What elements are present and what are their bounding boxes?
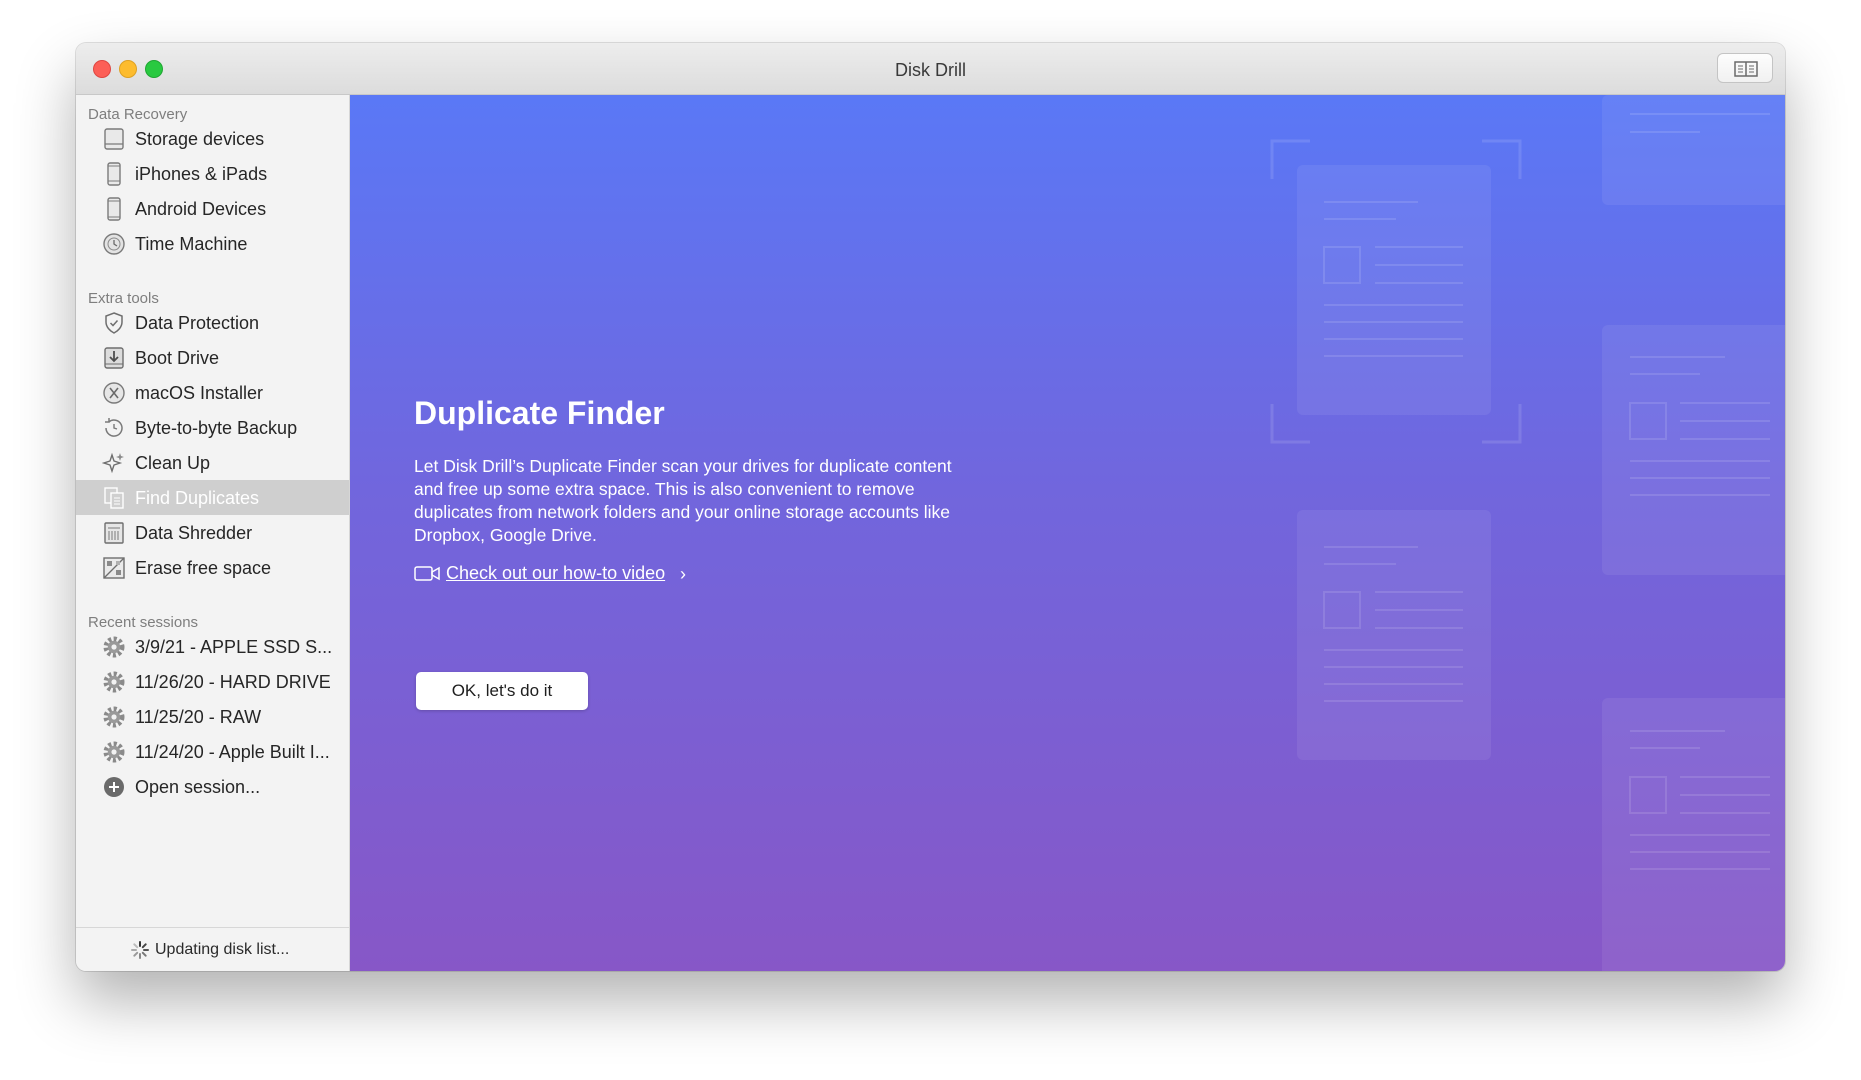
sidebar-item-label: Open session...	[135, 777, 261, 797]
sidebar-item-session[interactable]: 11/25/20 - RAW	[76, 699, 349, 734]
sidebar-item-macos-installer[interactable]: macOS Installer	[76, 375, 349, 410]
sidebar-item-erase-free-space[interactable]: Erase free space	[76, 550, 349, 585]
sidebar-item-label: Android Devices	[135, 199, 267, 219]
sidebar-item-storage-devices[interactable]: Storage devices	[76, 121, 349, 156]
sidebar-item-label: 11/24/20 - Apple Built I...	[135, 742, 330, 762]
sidebar-item-data-protection[interactable]: Data Protection	[76, 305, 349, 340]
sidebar-item-data-shredder[interactable]: Data Shredder	[76, 515, 349, 550]
sidebar-item-open-session[interactable]: Open session...	[76, 769, 349, 804]
spinner-icon	[131, 941, 149, 959]
sidebar-item-label: Storage devices	[135, 129, 265, 149]
sidebar-item-byte-to-byte-backup[interactable]: Byte-to-byte Backup	[76, 410, 349, 445]
video-camera-icon	[414, 566, 440, 581]
sparkle-icon	[102, 452, 124, 474]
gear-icon	[103, 636, 125, 658]
sidebar-item-label: macOS Installer	[135, 383, 264, 403]
sidebar: Data Recovery Storage devices iPhones & …	[76, 95, 350, 971]
ok-lets-do-it-button[interactable]: OK, let's do it	[416, 672, 588, 710]
page-title: Duplicate Finder	[414, 395, 665, 431]
hard-drive-icon	[104, 128, 124, 150]
howto-link-text[interactable]: Check out our how-to video	[446, 563, 665, 584]
macos-x-icon	[103, 382, 125, 404]
sidebar-item-label: Time Machine	[135, 234, 248, 254]
sidebar-item-label: Data Shredder	[135, 523, 253, 543]
iphone-icon	[107, 162, 121, 186]
app-window: Disk Drill Data Recovery Storage devices…	[76, 43, 1785, 971]
sidebar-item-label: Find Duplicates	[135, 488, 260, 508]
sidebar-status-bar: Updating disk list...	[76, 927, 349, 971]
book-icon	[1734, 61, 1758, 77]
window-title: Disk Drill	[895, 60, 966, 80]
view-toggle-button[interactable]	[1717, 53, 1773, 83]
sidebar-item-iphones-ipads[interactable]: iPhones & iPads	[76, 156, 349, 191]
status-text: Updating disk list...	[155, 941, 290, 958]
backup-clock-icon	[105, 418, 123, 437]
sidebar-item-label: Erase free space	[135, 558, 272, 578]
feature-description: Let Disk Drill’s Duplicate Finder scan y…	[414, 456, 952, 545]
sidebar-item-session[interactable]: 11/24/20 - Apple Built I...	[76, 734, 349, 769]
sidebar-item-label: 3/9/21 - APPLE SSD S...	[135, 637, 333, 657]
sidebar-item-label: iPhones & iPads	[135, 164, 268, 184]
main-panel: Duplicate Finder Let Disk Drill’s Duplic…	[350, 95, 1785, 971]
shredder-icon	[104, 522, 124, 544]
sidebar-item-session[interactable]: 3/9/21 - APPLE SSD S...	[76, 629, 349, 664]
sidebar-item-label: Boot Drive	[135, 348, 220, 368]
sidebar-item-label: 11/25/20 - RAW	[135, 707, 262, 727]
shield-icon	[105, 312, 123, 334]
duplicate-files-icon	[104, 487, 124, 509]
title-bar: Disk Drill	[76, 43, 1785, 95]
boot-drive-icon	[104, 347, 124, 369]
sidebar-item-label: Data Protection	[135, 313, 260, 333]
sidebar-item-label: Byte-to-byte Backup	[135, 418, 298, 438]
sidebar-item-boot-drive[interactable]: Boot Drive	[76, 340, 349, 375]
chevron-right-icon: ›	[680, 564, 686, 584]
android-phone-icon	[107, 197, 121, 221]
plus-circle-icon	[104, 777, 124, 797]
sidebar-item-clean-up[interactable]: Clean Up	[76, 445, 349, 480]
sidebar-item-label: Clean Up	[135, 453, 211, 473]
gear-icon	[103, 706, 125, 728]
sidebar-item-label: 11/26/20 - HARD DRIVE	[135, 672, 331, 692]
gear-icon	[103, 671, 125, 693]
sidebar-item-time-machine[interactable]: Time Machine	[76, 226, 349, 261]
erase-free-space-icon	[103, 557, 125, 579]
sidebar-item-android-devices[interactable]: Android Devices	[76, 191, 349, 226]
time-machine-icon	[103, 233, 125, 255]
gear-icon	[103, 741, 125, 763]
sidebar-item-find-duplicates[interactable]: Find Duplicates	[76, 480, 349, 515]
sidebar-item-session[interactable]: 11/26/20 - HARD DRIVE	[76, 664, 349, 699]
